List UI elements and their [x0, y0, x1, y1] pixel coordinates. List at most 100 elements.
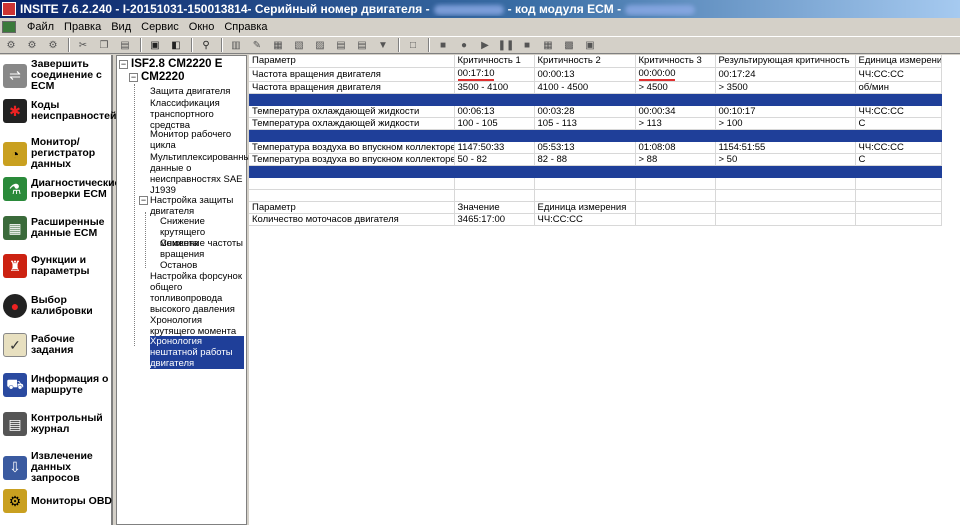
- sidebar-item-audit-log[interactable]: ▤ Контрольный журнал: [0, 412, 113, 436]
- sidebar-item-obd-monitors[interactable]: ⚙ Мониторы OBD: [0, 489, 113, 513]
- chair-icon: ♜: [3, 254, 27, 278]
- sub-header-row: Параметр Значение Единица измерения: [249, 201, 942, 214]
- table-row[interactable]: Температура воздуха во впускном коллекто…: [249, 153, 942, 166]
- separator-row: [249, 129, 942, 142]
- menu-bar: Файл Правка Вид Сервис Окно Справка: [0, 18, 960, 36]
- highlighted-value: 00:00:00: [638, 67, 676, 80]
- ecm-tree: − ISF2.8 CM2220 E − CM2220 Защита двигат…: [116, 55, 256, 525]
- sidebar-item-disconnect[interactable]: ⇌ Завершить соединение с ECM: [0, 59, 113, 92]
- highlighted-value: 00:17:10: [457, 67, 495, 80]
- sidebar-item-functions[interactable]: ♜ Функции и параметры: [0, 254, 113, 278]
- sidebar-item-work-orders[interactable]: ✓ Рабочие задания: [0, 333, 113, 357]
- collapse-icon[interactable]: −: [139, 196, 148, 205]
- tree-node-engine-protection[interactable]: Защита двигателя: [150, 86, 244, 97]
- table-header-row: Параметр Критичность 1 Критичность 2 Кри…: [249, 55, 942, 68]
- column-header[interactable]: Критичность 3: [635, 55, 716, 68]
- calc-icon[interactable]: ▦: [540, 38, 556, 52]
- report2-icon[interactable]: ▤: [354, 38, 370, 52]
- grid-icon[interactable]: ▩: [561, 38, 577, 52]
- table-row[interactable]: Температура охлаждающей жидкости 100 - 1…: [249, 117, 942, 130]
- record-icon[interactable]: ■: [435, 38, 451, 52]
- sidebar-item-fault-codes[interactable]: ✱ Коды неисправностей: [0, 99, 116, 123]
- separator-row: [249, 93, 942, 106]
- connect-icon[interactable]: ⚙: [3, 38, 19, 52]
- sidebar-item-diagnostics[interactable]: ⚗ Диагностические проверки ECM: [0, 177, 120, 201]
- menu-service[interactable]: Сервис: [136, 21, 184, 33]
- sidebar-item-route-info[interactable]: ⛟ Информация о маршруте: [0, 373, 113, 397]
- table-row[interactable]: Количество моточасов двигателя 3465:17:0…: [249, 213, 942, 226]
- sidebar-item-calibration[interactable]: ● Выбор калибровки: [0, 294, 113, 318]
- empty-row: [249, 189, 942, 202]
- table-row[interactable]: Температура охлаждающей жидкости 00:06:1…: [249, 105, 942, 118]
- play-icon[interactable]: ▶: [477, 38, 493, 52]
- export-icon[interactable]: ▧: [291, 38, 307, 52]
- table-row[interactable]: Частота вращения двигателя 00:17:10 00:0…: [249, 67, 942, 82]
- edit-icon[interactable]: ✎: [249, 38, 265, 52]
- import-icon[interactable]: ▨: [312, 38, 328, 52]
- column-header[interactable]: Значение: [454, 201, 535, 214]
- column-header[interactable]: Параметр: [249, 201, 455, 214]
- column-header[interactable]: Критичность 2: [534, 55, 636, 68]
- tree-node-j1939-faults[interactable]: Мультиплексированные данные о неисправно…: [150, 152, 256, 196]
- print-icon[interactable]: ▣: [147, 38, 163, 52]
- separator-row: [249, 165, 942, 178]
- tree-node-duty-cycle[interactable]: Монитор рабочего цикла: [150, 129, 244, 151]
- find-icon[interactable]: ⚲: [198, 38, 214, 52]
- paste-icon[interactable]: ▤: [117, 38, 133, 52]
- tree-node-shutdown[interactable]: Останов: [160, 260, 246, 271]
- save-icon[interactable]: ▦: [270, 38, 286, 52]
- tree-node-injector-settings[interactable]: Настройка форсунок общего топливопровода…: [150, 271, 244, 315]
- window-title: INSITE 7.6.2.240 - I-20151031-150013814-…: [20, 2, 699, 16]
- disconnect-icon[interactable]: ⚙: [24, 38, 40, 52]
- stop-icon[interactable]: ■: [519, 38, 535, 52]
- data-grid: Параметр Критичность 1 Критичность 2 Кри…: [249, 55, 960, 525]
- column-header[interactable]: Критичность 1: [454, 55, 535, 68]
- title-bar: INSITE 7.6.2.240 - I-20151031-150013814-…: [0, 0, 960, 18]
- tree-root[interactable]: − ISF2.8 CM2220 E: [119, 58, 222, 70]
- truck-icon: ⛟: [3, 373, 27, 397]
- menu-file[interactable]: Файл: [22, 21, 59, 33]
- clipboard-icon: ✓: [3, 333, 27, 357]
- report-icon[interactable]: ▤: [333, 38, 349, 52]
- frame-icon[interactable]: □: [405, 38, 421, 52]
- journal-icon: ▤: [3, 412, 27, 436]
- toolbar: ⚙ ⚙ ⚙ ✂ ❐ ▤ ▣ ◧ ⚲ ▥ ✎ ▦ ▧ ▨ ▤ ▤ ▼ □ ■ ● …: [0, 36, 960, 54]
- app-icon: [2, 2, 16, 16]
- filter-icon[interactable]: ▼: [375, 38, 391, 52]
- settings-icon[interactable]: ⚙: [45, 38, 61, 52]
- column-header[interactable]: Единица измерения: [855, 55, 942, 68]
- sidebar-item-monitor[interactable]: ◔ Монитор/регистратор данных: [0, 137, 113, 170]
- tree-node-abnormal-operation[interactable]: Хронология нештатной работы двигателя: [150, 336, 244, 369]
- menu-edit[interactable]: Правка: [59, 21, 106, 33]
- tree-module[interactable]: − CM2220: [129, 71, 184, 83]
- menu-view[interactable]: Вид: [106, 21, 136, 33]
- tree-node-vehicle-class[interactable]: Классификация транспортного средства: [150, 98, 244, 131]
- menu-window[interactable]: Окно: [184, 21, 220, 33]
- column-header[interactable]: Единица измерения: [534, 201, 636, 214]
- print-preview-icon[interactable]: ◧: [168, 38, 184, 52]
- doc-icon[interactable]: ▥: [228, 38, 244, 52]
- sidebar-item-extended-data[interactable]: ▦ Расширенные данные ECM: [0, 216, 113, 240]
- table-row[interactable]: Температура воздуха во впускном коллекто…: [249, 141, 942, 154]
- extract-icon: ⇩: [3, 455, 27, 480]
- sidebar: ⇌ Завершить соединение с ECM ✱ Коды неис…: [0, 55, 120, 525]
- copy-icon[interactable]: ❐: [96, 38, 112, 52]
- tools-icon[interactable]: ▣: [582, 38, 598, 52]
- sidebar-item-data-extraction[interactable]: ⇩ Извлечение данных запросов: [0, 451, 113, 484]
- tree-node-protection-settings[interactable]: Настройка защиты двигателя: [150, 195, 244, 217]
- menu-app-icon[interactable]: [2, 21, 16, 33]
- collapse-icon[interactable]: −: [129, 72, 138, 82]
- tree-node-speed-derate[interactable]: Снижение частоты вращения: [160, 238, 246, 260]
- cut-icon[interactable]: ✂: [75, 38, 91, 52]
- collapse-icon[interactable]: −: [119, 59, 128, 69]
- menu-help[interactable]: Справка: [219, 21, 272, 33]
- stop-record-icon[interactable]: ●: [456, 38, 472, 52]
- data-icon: ▦: [3, 216, 27, 240]
- fault-codes-icon: ✱: [3, 99, 27, 123]
- flask-icon: ⚗: [3, 177, 27, 201]
- table-row[interactable]: Частота вращения двигателя 3500 - 4100 4…: [249, 81, 942, 94]
- disc-icon: ●: [3, 294, 27, 318]
- column-header[interactable]: Результирующая критичность: [715, 55, 856, 68]
- pause-icon[interactable]: ❚❚: [498, 38, 515, 52]
- column-header[interactable]: Параметр: [249, 55, 455, 68]
